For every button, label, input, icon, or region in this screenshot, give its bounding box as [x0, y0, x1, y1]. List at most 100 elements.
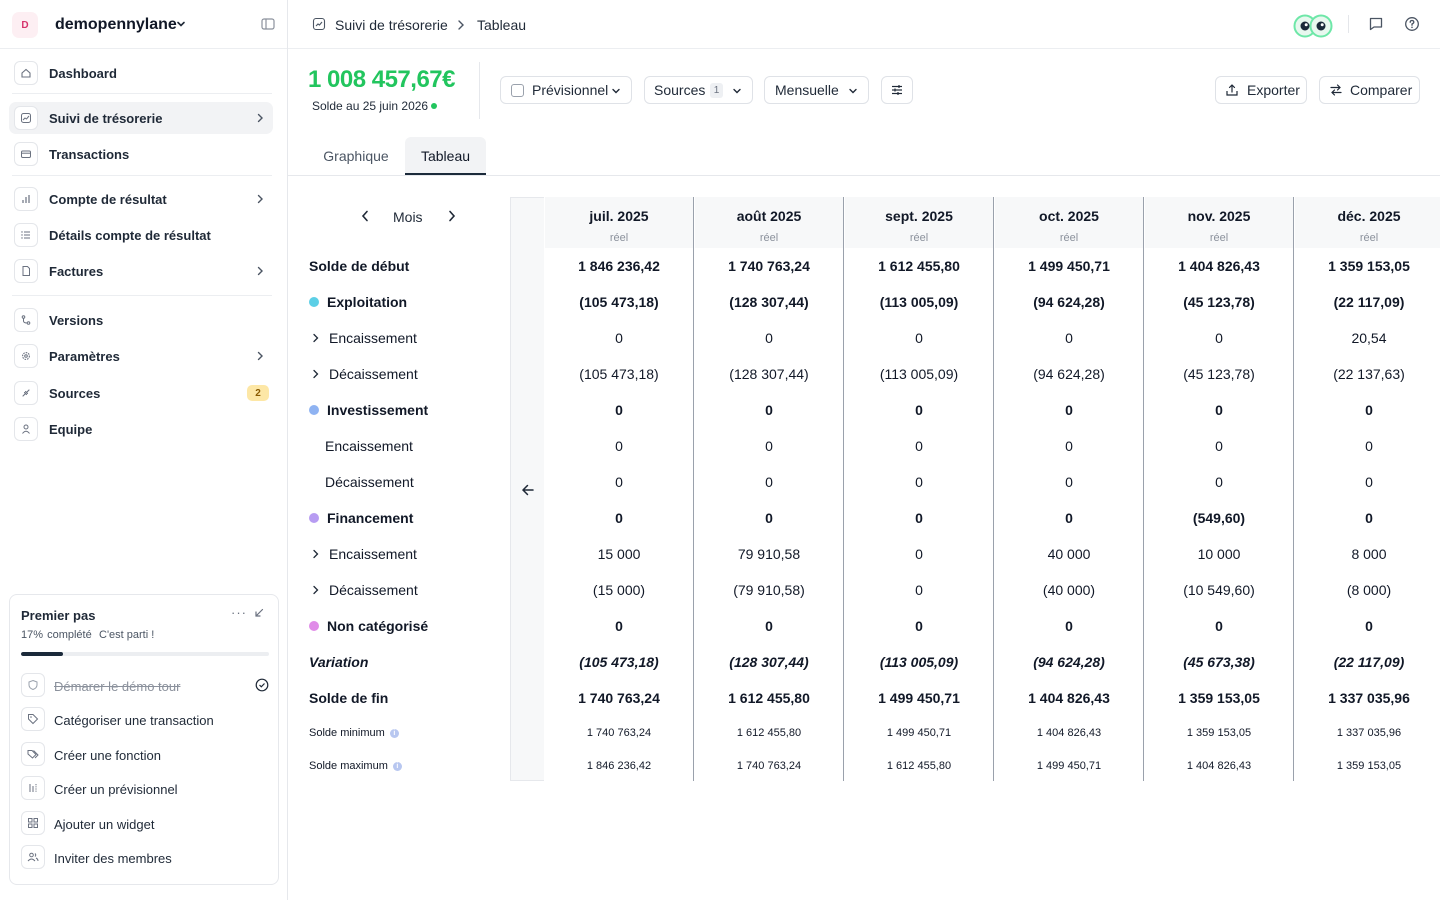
tab-table[interactable]: Tableau — [405, 137, 486, 175]
table-cell[interactable]: 0 — [1144, 618, 1294, 634]
sidebar-item-versions[interactable]: Versions — [9, 304, 273, 336]
table-cell[interactable]: 1 404 826,43 — [1144, 760, 1294, 772]
table-cell[interactable]: 0 — [544, 402, 694, 418]
table-cell[interactable]: (113 005,09) — [844, 366, 994, 382]
table-cell[interactable]: 0 — [994, 510, 1144, 526]
table-cell[interactable]: 20,54 — [1294, 330, 1440, 346]
table-cell[interactable]: (128 307,44) — [694, 654, 844, 670]
column-month[interactable]: août 2025 — [694, 208, 844, 224]
workspace-switcher[interactable]: D demopennylane — [0, 0, 287, 49]
table-cell[interactable]: 0 — [844, 330, 994, 346]
filter-settings-button[interactable] — [881, 76, 913, 104]
previous-period-icon[interactable] — [359, 209, 371, 223]
task-create-function[interactable]: Créer une fonction — [21, 740, 271, 770]
column-month[interactable]: juil. 2025 — [544, 208, 694, 224]
sidebar-item-income-details[interactable]: Détails compte de résultat — [9, 219, 273, 251]
column-month[interactable]: déc. 2025 — [1294, 208, 1440, 224]
column-month[interactable]: oct. 2025 — [994, 208, 1144, 224]
table-cell[interactable]: 1 359 153,05 — [1144, 727, 1294, 739]
table-cell[interactable]: (22 137,63) — [1294, 366, 1440, 382]
table-cell[interactable]: 1 612 455,80 — [844, 258, 994, 274]
task-invite-members[interactable]: Inviter des membres — [21, 843, 271, 873]
row-label[interactable]: Décaissement — [311, 365, 418, 383]
column-month[interactable]: nov. 2025 — [1144, 208, 1294, 224]
table-cell[interactable]: 1 846 236,42 — [544, 760, 694, 772]
table-cell[interactable]: 1 740 763,24 — [544, 727, 694, 739]
table-cell[interactable]: (45 123,78) — [1144, 294, 1294, 310]
table-cell[interactable]: 1 612 455,80 — [694, 727, 844, 739]
table-cell[interactable]: 0 — [544, 618, 694, 634]
table-cell[interactable]: (94 624,28) — [994, 654, 1144, 670]
table-cell[interactable]: (105 473,18) — [544, 654, 694, 670]
table-cell[interactable]: 1 846 236,42 — [544, 258, 694, 274]
info-icon[interactable]: i — [389, 728, 399, 738]
sidebar-item-income-statement[interactable]: Compte de résultat — [9, 183, 273, 215]
forecast-checkbox[interactable] — [511, 84, 524, 97]
table-cell[interactable]: (113 005,09) — [844, 654, 994, 670]
table-cell[interactable]: 1 404 826,43 — [994, 727, 1144, 739]
table-cell[interactable]: 0 — [1294, 510, 1440, 526]
task-categorize[interactable]: Catégoriser une transaction — [21, 705, 271, 735]
table-cell[interactable]: (45 123,78) — [1144, 366, 1294, 382]
table-cell[interactable]: 0 — [994, 438, 1144, 454]
sidebar-item-team[interactable]: Equipe — [9, 413, 273, 445]
breadcrumb-parent[interactable]: Suivi de trésorerie — [335, 17, 448, 33]
sidebar-toggle-icon[interactable] — [261, 17, 275, 31]
sidebar-item-settings[interactable]: Paramètres — [9, 340, 273, 372]
table-cell[interactable]: 0 — [544, 438, 694, 454]
table-cell[interactable]: 0 — [694, 618, 844, 634]
table-cell[interactable]: 0 — [1294, 402, 1440, 418]
table-cell[interactable]: 0 — [1294, 474, 1440, 490]
table-cell[interactable]: 0 — [844, 618, 994, 634]
row-label[interactable]: Encaissement — [311, 329, 417, 347]
table-cell[interactable]: 0 — [844, 546, 994, 562]
table-cell[interactable]: 0 — [844, 510, 994, 526]
table-cell[interactable]: 1 404 826,43 — [1144, 258, 1294, 274]
table-cell[interactable]: 0 — [844, 438, 994, 454]
table-cell[interactable]: 1 337 035,96 — [1294, 727, 1440, 739]
export-button[interactable]: Exporter — [1215, 76, 1307, 104]
chevron-right-icon[interactable] — [311, 368, 321, 380]
table-cell[interactable]: (105 473,18) — [544, 294, 694, 310]
row-label[interactable]: Décaissement — [311, 581, 418, 599]
table-cell[interactable]: (128 307,44) — [694, 366, 844, 382]
table-cell[interactable]: 1 499 450,71 — [844, 727, 994, 739]
table-cell[interactable]: 1 337 035,96 — [1294, 690, 1440, 706]
chevron-right-icon[interactable] — [311, 548, 321, 560]
table-cell[interactable]: 0 — [1144, 402, 1294, 418]
table-cell[interactable]: 1 359 153,05 — [1294, 258, 1440, 274]
table-cell[interactable]: (79 910,58) — [694, 582, 844, 598]
chat-icon[interactable] — [1368, 16, 1384, 32]
table-cell[interactable]: 1 740 763,24 — [694, 258, 844, 274]
table-cell[interactable]: 0 — [694, 438, 844, 454]
scroll-back-column[interactable] — [510, 197, 544, 781]
table-cell[interactable]: 15 000 — [544, 546, 694, 562]
help-icon[interactable] — [1404, 16, 1420, 32]
table-cell[interactable]: 1 499 450,71 — [844, 690, 994, 706]
table-cell[interactable]: 0 — [1144, 330, 1294, 346]
table-cell[interactable]: 79 910,58 — [694, 546, 844, 562]
forecast-toggle[interactable]: Prévisionnel — [500, 76, 632, 104]
table-cell[interactable]: (45 673,38) — [1144, 654, 1294, 670]
table-cell[interactable]: 0 — [994, 330, 1144, 346]
table-cell[interactable]: 0 — [1294, 438, 1440, 454]
table-cell[interactable]: 0 — [994, 402, 1144, 418]
column-month[interactable]: sept. 2025 — [844, 208, 994, 224]
table-cell[interactable]: 1 499 450,71 — [994, 258, 1144, 274]
task-create-forecast[interactable]: Créer un prévisionnel — [21, 774, 271, 804]
table-cell[interactable]: 1 404 826,43 — [994, 690, 1144, 706]
table-cell[interactable]: 0 — [694, 474, 844, 490]
table-cell[interactable]: (94 624,28) — [994, 294, 1144, 310]
table-cell[interactable]: 1 740 763,24 — [694, 760, 844, 772]
table-cell[interactable]: 8 000 — [1294, 546, 1440, 562]
sidebar-item-invoices[interactable]: Factures — [9, 255, 273, 287]
table-cell[interactable]: 1 612 455,80 — [694, 690, 844, 706]
table-cell[interactable]: 0 — [994, 474, 1144, 490]
table-cell[interactable]: (15 000) — [544, 582, 694, 598]
row-label[interactable]: Encaissement — [311, 545, 417, 563]
sidebar-item-cash-tracking[interactable]: Suivi de trésorerie — [9, 102, 273, 134]
compare-button[interactable]: Comparer — [1319, 76, 1420, 104]
table-cell[interactable]: 0 — [1294, 618, 1440, 634]
table-cell[interactable]: 0 — [844, 402, 994, 418]
table-cell[interactable]: 1 499 450,71 — [994, 760, 1144, 772]
